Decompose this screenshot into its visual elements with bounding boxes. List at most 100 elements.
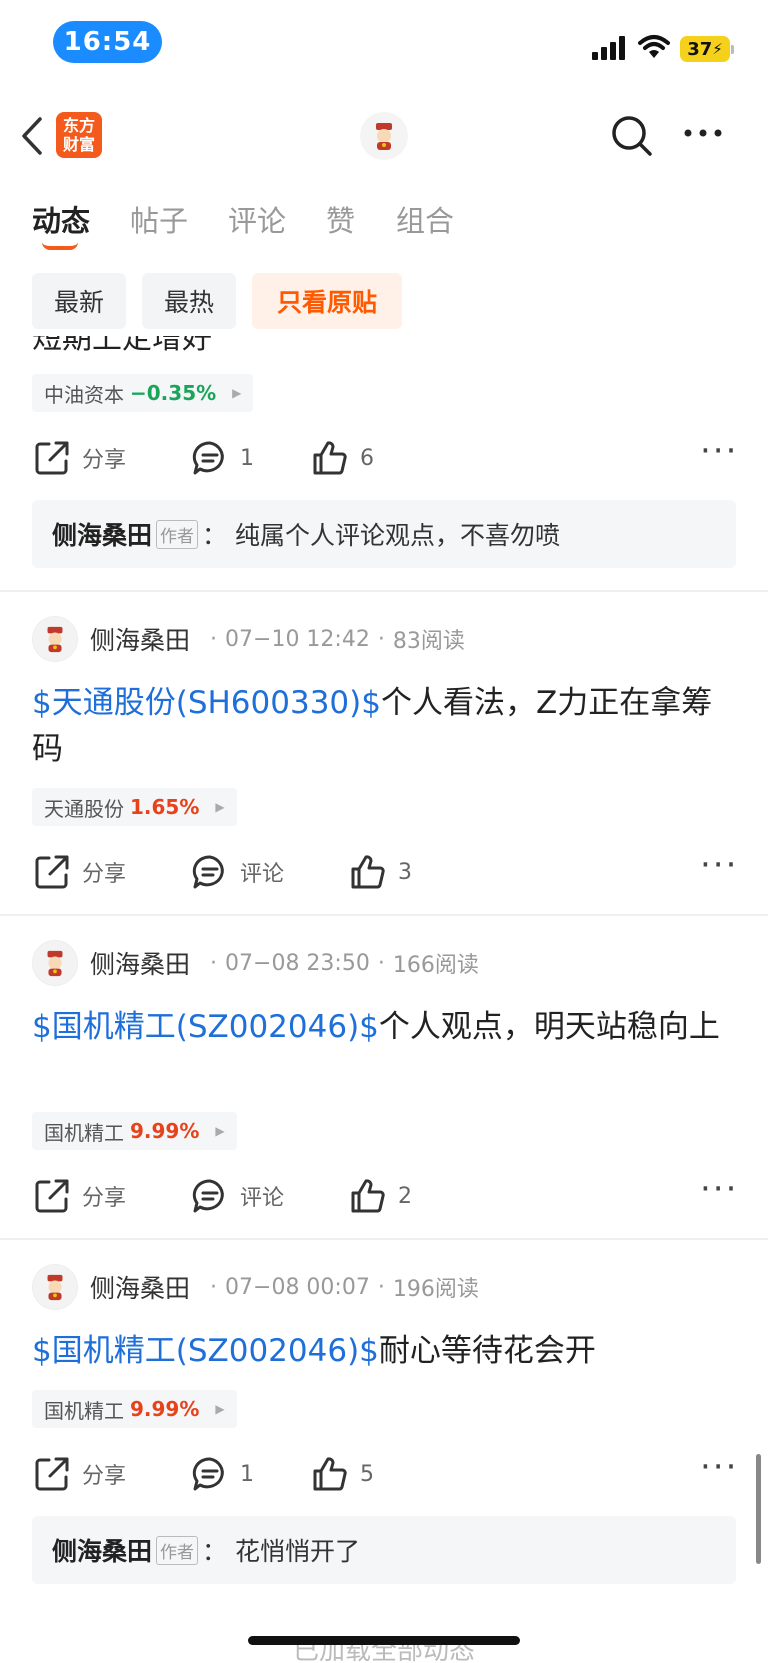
post-time: 07−08 23:50 xyxy=(225,950,370,976)
share-label: 分享 xyxy=(82,1186,127,1211)
meta-dot: · xyxy=(210,1274,218,1300)
like-button[interactable]: 3 xyxy=(350,854,412,890)
stock-tag-change: 1.65% xyxy=(130,795,200,819)
share-button[interactable]: 分享 xyxy=(34,854,126,890)
caishen-avatar-icon xyxy=(47,626,63,653)
like-count: 3 xyxy=(398,859,412,885)
post-divider xyxy=(0,590,768,592)
share-button[interactable]: 分享 xyxy=(34,1178,126,1214)
search-icon[interactable] xyxy=(610,114,654,158)
home-indicator[interactable] xyxy=(248,1636,520,1645)
reply-author: 侧海桑田 xyxy=(52,521,153,550)
post-more-button[interactable]: ··· xyxy=(700,434,738,468)
comment-count: 1 xyxy=(240,1461,254,1487)
author-avatar[interactable] xyxy=(32,940,78,986)
stock-link[interactable]: $天通股份(SH600330)$ xyxy=(32,685,381,721)
tag-arrow-icon: ▶ xyxy=(232,386,242,400)
reply-separator: ： xyxy=(202,521,228,550)
more-menu-icon[interactable] xyxy=(683,128,723,138)
like-button[interactable]: 2 xyxy=(350,1178,412,1214)
post-more-button[interactable]: ··· xyxy=(700,848,738,882)
author-avatar[interactable] xyxy=(32,616,78,662)
tag-arrow-icon: ▶ xyxy=(215,1124,225,1138)
author-name[interactable]: 侧海桑田 xyxy=(90,945,190,981)
post-meta: 侧海桑田 · 07−10 12:42 · 83阅读 xyxy=(32,616,465,662)
share-label: 分享 xyxy=(82,448,127,473)
post-more-button[interactable]: ··· xyxy=(700,1450,738,1484)
comment-label: 评论 xyxy=(240,862,285,887)
post-meta: 侧海桑田 · 07−08 00:07 · 196阅读 xyxy=(32,1264,479,1310)
cellular-signal-icon xyxy=(592,36,625,60)
meta-dot: · xyxy=(210,950,218,976)
comment-button[interactable]: 1 xyxy=(192,440,254,476)
stock-tag[interactable]: 天通股份 1.65% ▶ xyxy=(32,788,237,826)
stock-tag-name: 天通股份 xyxy=(44,796,124,821)
tab-posts[interactable]: 帖子 xyxy=(130,198,188,240)
share-icon xyxy=(35,1179,69,1213)
like-count: 2 xyxy=(398,1183,412,1209)
tab-dynamics[interactable]: 动态 xyxy=(32,198,90,240)
comment-icon xyxy=(192,855,224,889)
post-reads: 166阅读 xyxy=(392,953,479,978)
post-content: 个人观点，明天站稳向上 xyxy=(378,1009,720,1045)
tab-portfolio[interactable]: 组合 xyxy=(396,198,454,240)
stock-tag[interactable]: 国机精工 9.99% ▶ xyxy=(32,1390,237,1428)
comment-button[interactable]: 评论 xyxy=(192,854,284,890)
post-divider xyxy=(0,1238,768,1240)
thumbs-up-icon xyxy=(351,855,385,889)
comment-count: 1 xyxy=(240,445,254,471)
share-icon xyxy=(35,1457,69,1491)
stock-tag[interactable]: 国机精工 9.99% ▶ xyxy=(32,1112,237,1150)
comment-label: 评论 xyxy=(240,1186,285,1211)
author-badge: 作者 xyxy=(156,1535,199,1565)
post-body[interactable]: $天通股份(SH600330)$个人看法，Z力正在拿筹码 xyxy=(32,680,732,772)
stock-link[interactable]: $国机精工(SZ002046)$ xyxy=(32,1009,379,1045)
tab-comments[interactable]: 评论 xyxy=(228,198,286,240)
comment-button[interactable]: 评论 xyxy=(192,1178,284,1214)
meta-dot: · xyxy=(377,626,385,652)
post-body[interactable]: $国机精工(SZ002046)$耐心等待花会开 xyxy=(32,1328,732,1374)
share-label: 分享 xyxy=(82,862,127,887)
filter-hottest[interactable]: 最热 xyxy=(142,273,236,329)
post-body[interactable]: $国机精工(SZ002046)$个人观点，明天站稳向上 xyxy=(32,1004,732,1050)
author-reply[interactable]: 侧海桑田 作者 ： 纯属个人评论观点，不喜勿喷 xyxy=(32,500,736,568)
post-content: 耐心等待花会开 xyxy=(378,1333,596,1369)
user-avatar[interactable] xyxy=(360,112,408,160)
comment-button[interactable]: 1 xyxy=(192,1456,254,1492)
share-icon xyxy=(35,855,69,889)
share-icon xyxy=(35,441,69,475)
scrollbar[interactable] xyxy=(756,1454,761,1564)
tag-arrow-icon: ▶ xyxy=(215,1402,225,1416)
like-button[interactable]: 5 xyxy=(312,1456,374,1492)
post-time: 07−08 00:07 xyxy=(225,1274,370,1300)
back-icon[interactable] xyxy=(20,116,44,156)
stock-link[interactable]: $国机精工(SZ002046)$ xyxy=(32,1333,379,1369)
reply-text: 纯属个人评论观点，不喜勿喷 xyxy=(235,521,561,550)
author-reply[interactable]: 侧海桑田 作者 ： 花悄悄开了 xyxy=(32,1516,736,1584)
filter-latest[interactable]: 最新 xyxy=(32,273,126,329)
battery-level: 37 xyxy=(687,38,713,60)
app-logo[interactable]: 东方 财富 xyxy=(56,112,102,158)
tab-likes[interactable]: 赞 xyxy=(326,198,355,240)
caishen-avatar-icon xyxy=(47,1274,63,1301)
post-text-clipped: 短期上定增好 xyxy=(32,336,212,352)
thumbs-up-icon xyxy=(351,1179,385,1213)
author-name[interactable]: 侧海桑田 xyxy=(90,1269,190,1305)
comment-icon xyxy=(192,1457,224,1491)
caishen-avatar-icon xyxy=(376,123,392,150)
stock-tag-name: 国机精工 xyxy=(44,1120,124,1145)
like-button[interactable]: 6 xyxy=(312,440,374,476)
share-button[interactable]: 分享 xyxy=(34,440,126,476)
post-more-button[interactable]: ··· xyxy=(700,1172,738,1206)
author-avatar[interactable] xyxy=(32,1264,78,1310)
stock-tag-change: 9.99% xyxy=(130,1119,200,1143)
reply-separator: ： xyxy=(202,1537,228,1566)
thumbs-up-icon xyxy=(313,1457,347,1491)
stock-tag[interactable]: 中油资本 −0.35% ▶ xyxy=(32,374,254,412)
load-complete-text: 已加载全部动态 xyxy=(292,1636,475,1663)
post-time: 07−10 12:42 xyxy=(225,626,370,652)
author-name[interactable]: 侧海桑田 xyxy=(90,621,190,657)
filter-original-only[interactable]: 只看原贴 xyxy=(252,273,402,329)
comment-icon xyxy=(192,1179,224,1213)
share-button[interactable]: 分享 xyxy=(34,1456,126,1492)
